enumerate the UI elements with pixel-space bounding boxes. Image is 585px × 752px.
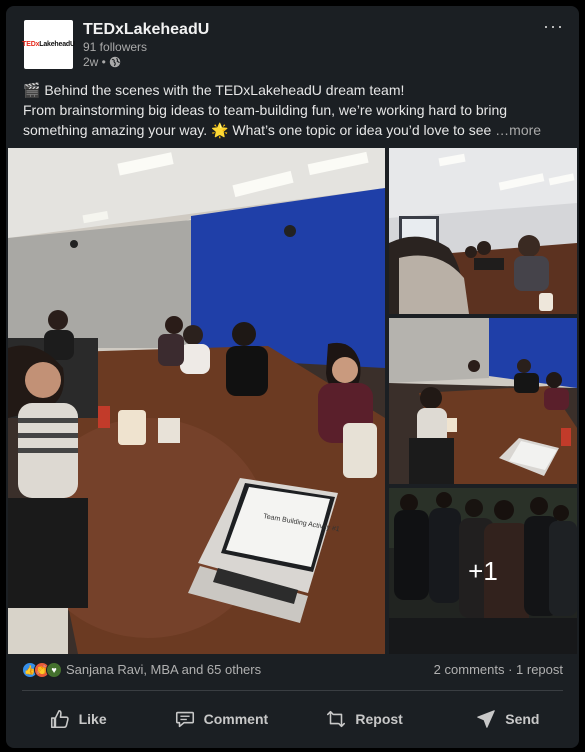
post-text-line-3-content: something amazing your way. 🌟 What’s one…: [23, 122, 496, 138]
action-bar: Like Comment Repost Send: [6, 696, 579, 742]
reaction-icons[interactable]: 👍 👏 ♥: [22, 662, 62, 678]
like-label: Like: [78, 711, 107, 727]
post-time: 2w •: [83, 55, 121, 69]
comments-reposts-count[interactable]: 2 comments · 1 repost: [434, 662, 563, 677]
photo-thumb-3[interactable]: +1: [389, 488, 577, 654]
post-text-line-1: 🎬 Behind the scenes with the TEDxLakehea…: [23, 82, 405, 98]
logo-suffix: LakeheadU: [39, 41, 75, 48]
send-label: Send: [505, 711, 540, 727]
post-time-text: 2w •: [83, 55, 106, 69]
photo-thumb-1[interactable]: [389, 148, 577, 314]
social-counts: 👍 👏 ♥ Sanjana Ravi, MBA and 65 others 2 …: [22, 661, 563, 681]
see-more-link[interactable]: …more: [495, 122, 541, 138]
logo-wordmark: TEDxLakeheadU: [22, 41, 75, 48]
meeting-room-photo-2: [389, 148, 577, 314]
like-button[interactable]: Like: [6, 696, 149, 742]
comment-label: Comment: [203, 711, 269, 727]
comment-button[interactable]: Comment: [149, 696, 292, 742]
send-button[interactable]: Send: [436, 696, 579, 742]
photo-main[interactable]: Team Building Activity #1: [8, 148, 385, 654]
repost-icon: [327, 710, 346, 728]
reactions-summary[interactable]: Sanjana Ravi, MBA and 65 others: [66, 662, 261, 677]
more-photos-count[interactable]: +1: [389, 488, 577, 654]
post-header: TEDxLakeheadU TEDxLakeheadU 91 followers…: [22, 16, 564, 70]
logo-tedx: TEDx: [22, 41, 40, 48]
meeting-room-photo: Team Building Activity #1: [8, 148, 385, 654]
globe-icon: [109, 56, 121, 68]
repost-label: Repost: [355, 711, 403, 727]
org-logo[interactable]: TEDxLakeheadU: [22, 20, 75, 69]
post-card: TEDxLakeheadU TEDxLakeheadU 91 followers…: [6, 6, 579, 748]
divider: [22, 690, 563, 691]
more-options-button[interactable]: ···: [543, 16, 564, 37]
support-icon: ♥: [46, 662, 62, 678]
post-text-line-3: something amazing your way. 🌟 What’s one…: [23, 120, 563, 140]
photo-grid: Team Building Activity #1 +1: [8, 148, 577, 654]
thumbs-up-icon: [50, 709, 69, 729]
post-text-line-2: From brainstorming big ideas to team-bui…: [23, 102, 508, 118]
send-icon: [477, 710, 496, 728]
post-body: 🎬 Behind the scenes with the TEDxLakehea…: [23, 80, 563, 140]
follower-count: 91 followers: [83, 40, 148, 54]
org-name[interactable]: TEDxLakeheadU: [83, 21, 209, 39]
photo-thumb-2[interactable]: [389, 318, 577, 484]
meeting-room-photo-3: [389, 318, 577, 484]
repost-button[interactable]: Repost: [293, 696, 436, 742]
comment-icon: [175, 711, 194, 728]
